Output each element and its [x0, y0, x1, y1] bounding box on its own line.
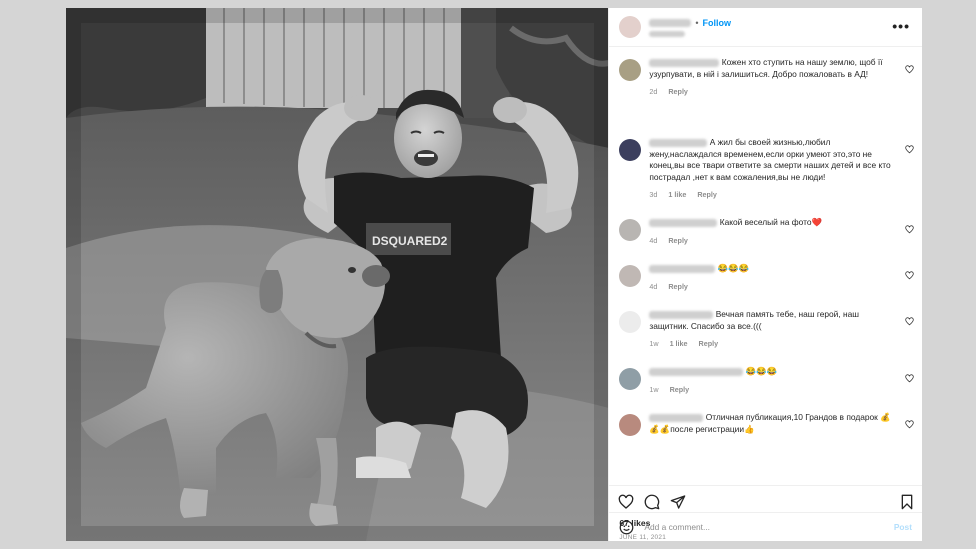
post-comment-button[interactable]: Post: [894, 522, 912, 532]
commenter-avatar[interactable]: [619, 265, 642, 287]
comment-item: 😂😂😂 1w Reply: [609, 366, 922, 412]
post-header: • Follow •••: [609, 8, 922, 47]
reply-link[interactable]: Reply: [697, 190, 717, 199]
like-heart-icon[interactable]: [905, 145, 914, 154]
reply-link[interactable]: Reply: [668, 236, 688, 245]
author-avatar[interactable]: [619, 16, 642, 38]
bookmark-icon[interactable]: [900, 494, 914, 510]
comment-text: 😂😂😂: [745, 366, 777, 376]
commenter-avatar[interactable]: [619, 59, 642, 81]
reply-link[interactable]: Reply: [670, 385, 690, 394]
commenter-username-redacted[interactable]: [649, 367, 744, 376]
reply-link[interactable]: Reply: [668, 282, 688, 291]
photo-illustration: DSQUARED2: [66, 8, 609, 541]
author-info: • Follow: [649, 18, 731, 37]
comment-item: 😂😂😂 4d Reply: [609, 263, 922, 309]
like-heart-icon[interactable]: [905, 225, 914, 234]
follow-button[interactable]: Follow: [703, 18, 732, 28]
reply-link[interactable]: Reply: [699, 339, 719, 348]
commenter-avatar[interactable]: [619, 414, 642, 436]
comment-meta: 1w 1 like Reply: [649, 338, 894, 350]
commenter-username-redacted[interactable]: [649, 58, 720, 67]
comment-meta: 3d 1 like Reply: [649, 189, 894, 201]
commenter-avatar[interactable]: [619, 219, 642, 241]
comment-bubble-icon[interactable]: [644, 494, 660, 510]
comment-time: 1w: [649, 339, 659, 349]
comment-meta: 4d Reply: [649, 235, 894, 247]
comment-meta: 4d Reply: [649, 281, 894, 293]
post-photo: DSQUARED2: [66, 8, 609, 541]
shirt-print: DSQUARED2: [372, 234, 448, 248]
comment-likes[interactable]: 1 like: [670, 339, 688, 348]
instagram-post: DSQUARED2 • Follow ••• Кожен хто ступить…: [66, 8, 922, 541]
comment-item: А жил бы своей жизнью,любил жену,наслажд…: [609, 137, 922, 217]
comment-meta: 2d Reply: [649, 86, 894, 98]
commenter-username-redacted[interactable]: [649, 264, 716, 273]
comment-time: 2d: [649, 87, 658, 97]
add-comment-bar: Add a comment... Post: [609, 512, 922, 541]
comment-meta: 1w Reply: [649, 384, 894, 396]
comment-item: Какой веселый на фото❤️ 4d Reply: [609, 217, 922, 263]
emoji-smiley-icon[interactable]: [619, 520, 634, 535]
comment-item: Кожен хто ступить на нашу землю, щоб її …: [609, 57, 922, 137]
comment-item: Отличная публикация,10 Грандов в подарок…: [609, 412, 922, 448]
comment-time: 1w: [649, 384, 659, 394]
comment-likes[interactable]: 1 like: [668, 190, 686, 199]
comment-item: Вечная память тебе, наш герой, наш защит…: [609, 309, 922, 366]
like-heart-icon[interactable]: [905, 65, 914, 74]
comment-text: 😂😂😂: [717, 263, 749, 273]
comment-text: Какой веселый на фото❤️: [719, 217, 822, 227]
author-username-redacted[interactable]: [649, 18, 692, 27]
like-heart-icon[interactable]: [905, 271, 914, 280]
like-heart-icon[interactable]: [618, 494, 634, 510]
comment-time: 4d: [649, 235, 658, 245]
reply-link[interactable]: Reply: [668, 87, 688, 96]
commenter-avatar[interactable]: [619, 311, 642, 333]
commenter-avatar[interactable]: [619, 368, 642, 390]
add-comment-input[interactable]: Add a comment...: [644, 522, 710, 532]
post-sidebar: • Follow ••• Кожен хто ступить на нашу з…: [608, 8, 922, 541]
more-options-icon[interactable]: •••: [892, 18, 910, 34]
comment-time: 4d: [649, 281, 658, 291]
share-send-icon[interactable]: [670, 494, 686, 510]
commenter-username-redacted[interactable]: [649, 413, 704, 422]
like-heart-icon[interactable]: [905, 317, 914, 326]
comment-time: 3d: [649, 190, 658, 200]
separator-dot: •: [695, 17, 699, 28]
commenter-avatar[interactable]: [619, 139, 642, 161]
comments-list: Кожен хто ступить на нашу землю, щоб її …: [609, 47, 922, 485]
like-heart-icon[interactable]: [905, 420, 914, 429]
commenter-username-redacted[interactable]: [649, 310, 714, 319]
commenter-username-redacted[interactable]: [649, 138, 708, 147]
like-heart-icon[interactable]: [905, 374, 914, 383]
commenter-username-redacted[interactable]: [649, 218, 718, 227]
author-location-redacted: [649, 30, 686, 37]
